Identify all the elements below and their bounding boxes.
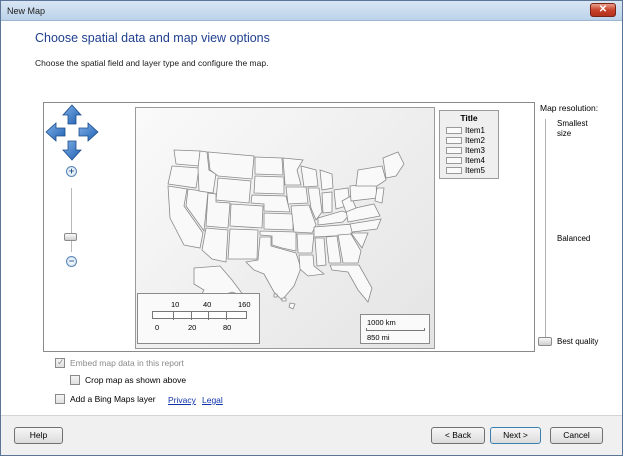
- color-scale-bottom-label: 80: [223, 323, 232, 332]
- legend-item-label: Item3: [465, 146, 486, 155]
- map-state-washington: [173, 149, 201, 167]
- map-state-arkansas: [296, 233, 315, 254]
- legend-item-label: Item4: [465, 156, 486, 165]
- map-preview-panel: + − Title Item1 Item2 Item3 Item4 Item5 …: [43, 102, 535, 352]
- bing-maps-label: Add a Bing Maps layer: [70, 394, 156, 404]
- color-scale-bottom-label: 0: [155, 323, 160, 332]
- embed-map-data-label: Embed map data in this report: [70, 358, 184, 368]
- color-scale-tick: [191, 312, 192, 320]
- distance-scale-bar: [366, 328, 425, 331]
- map-state-new-mexico: [227, 228, 259, 260]
- distance-scale-mi: 850 mi: [367, 333, 390, 342]
- bing-maps-checkbox[interactable]: [55, 394, 65, 404]
- pan-down-icon[interactable]: [62, 140, 82, 161]
- legend-swatch: [446, 157, 462, 164]
- legend-swatch: [446, 137, 462, 144]
- resolution-slider-thumb[interactable]: [538, 337, 552, 346]
- map-state-indiana: [321, 191, 333, 214]
- color-scale-tick: [173, 312, 174, 320]
- window-title: New Map: [7, 6, 46, 16]
- color-scale-top-label: 160: [238, 300, 251, 309]
- map-state-south-dakota: [253, 175, 285, 195]
- map-resolution-label: Map resolution:: [540, 103, 599, 113]
- resolution-balanced-label: Balanced: [557, 234, 591, 243]
- next-button[interactable]: Next >: [490, 427, 541, 444]
- pan-right-icon[interactable]: [78, 122, 99, 142]
- page-title: Choose spatial data and map view options: [35, 31, 270, 45]
- color-scale-top-label: 40: [203, 300, 212, 309]
- map-state-arizona: [201, 227, 229, 263]
- legend-swatch: [446, 167, 462, 174]
- cancel-button[interactable]: Cancel: [550, 427, 603, 444]
- color-scale-bottom-label: 20: [188, 323, 197, 332]
- pan-control: [45, 104, 99, 161]
- map-state-mississippi: [314, 237, 327, 267]
- map-state-minnesota: [282, 157, 304, 186]
- embed-map-data-checkbox: [55, 357, 65, 368]
- resolution-slider-track[interactable]: [545, 119, 546, 341]
- help-button[interactable]: Help: [14, 427, 63, 444]
- distance-scale-km: 1000 km: [367, 318, 396, 327]
- zoom-in-icon[interactable]: +: [66, 166, 77, 177]
- resolution-best-label: Best quality: [557, 337, 599, 346]
- legend-item-label: Item2: [465, 136, 486, 145]
- map-state-north-dakota: [254, 156, 284, 176]
- color-scale-tick: [208, 312, 209, 320]
- color-scale[interactable]: 10 40 160 0 20 80: [137, 293, 260, 344]
- crop-map-checkbox[interactable]: [70, 375, 80, 385]
- color-scale-top-label: 10: [171, 300, 180, 309]
- title-bar[interactable]: New Map ✕: [1, 1, 622, 21]
- map-legend[interactable]: Title Item1 Item2 Item3 Item4 Item5: [439, 110, 499, 179]
- legend-item-label: Item5: [465, 166, 486, 175]
- crop-map-label: Crop map as shown above: [85, 375, 187, 385]
- zoom-slider-track[interactable]: [71, 188, 72, 252]
- page-subtitle: Choose the spatial field and layer type …: [35, 58, 269, 68]
- distance-scale[interactable]: 1000 km 850 mi: [360, 314, 430, 344]
- close-icon: ✕: [598, 4, 608, 15]
- map-state-iowa: [285, 186, 309, 205]
- color-scale-bar: [152, 311, 247, 320]
- dialog-footer: Help < Back Next > Cancel: [1, 415, 622, 455]
- map-state-florida: [329, 264, 373, 303]
- color-scale-tick: [226, 312, 227, 320]
- pan-left-icon[interactable]: [45, 122, 66, 142]
- pan-up-icon[interactable]: [62, 104, 82, 125]
- legal-link[interactable]: Legal: [202, 395, 223, 405]
- map-state-new-england: [382, 151, 405, 179]
- map-state-kansas: [263, 212, 294, 231]
- map-state-wyoming: [215, 177, 252, 204]
- map-state-colorado: [229, 203, 264, 229]
- zoom-out-icon[interactable]: −: [66, 256, 77, 267]
- resolution-smallest-label: Smallest size: [557, 119, 588, 138]
- map-state-new-jersey-maryland: [374, 187, 385, 204]
- map-state-new-york: [355, 165, 387, 187]
- legend-swatch: [446, 147, 462, 154]
- legend-title: Title: [460, 113, 478, 123]
- new-map-dialog: New Map ✕ Choose spatial data and map vi…: [0, 0, 623, 456]
- map-state-oregon: [167, 165, 200, 189]
- legend-swatch: [446, 127, 462, 134]
- legend-item-label: Item1: [465, 126, 486, 135]
- privacy-link[interactable]: Privacy: [168, 395, 196, 405]
- map-state-michigan: [319, 169, 334, 191]
- back-button[interactable]: < Back: [431, 427, 485, 444]
- map-state-wisconsin: [300, 165, 319, 188]
- zoom-slider-thumb[interactable]: [64, 233, 77, 241]
- close-button[interactable]: ✕: [590, 3, 616, 17]
